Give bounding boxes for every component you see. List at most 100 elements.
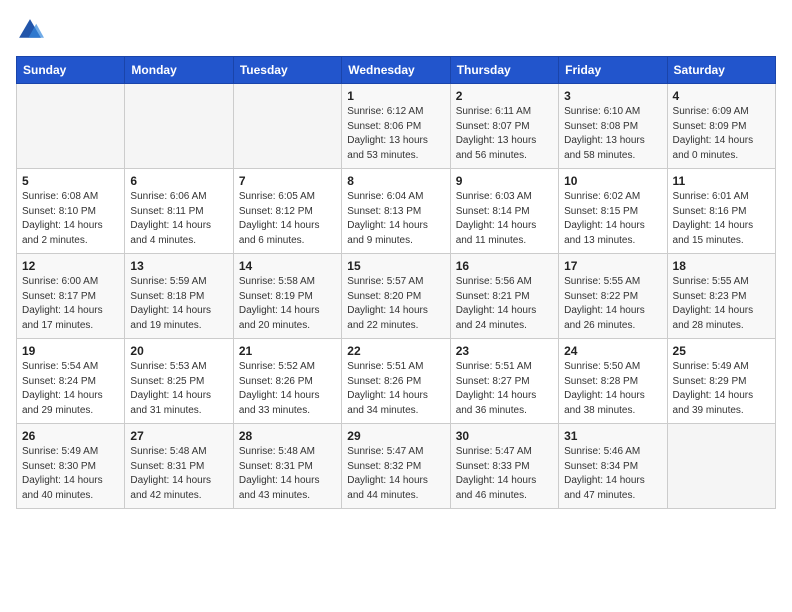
day-info: Sunrise: 5:59 AMSunset: 8:18 PMDaylight:…	[130, 275, 227, 333]
day-info: Sunrise: 6:03 AMSunset: 8:14 PMDaylight:…	[456, 190, 553, 248]
day-number: 2	[456, 89, 553, 103]
calendar-cell: 8 Sunrise: 6:04 AMSunset: 8:13 PMDaylight…	[342, 169, 450, 254]
day-number: 9	[456, 174, 553, 188]
calendar-cell	[17, 84, 125, 169]
calendar-cell	[125, 84, 233, 169]
day-number: 12	[22, 259, 119, 273]
calendar-week-row: 26 Sunrise: 5:49 AMSunset: 8:30 PMDayligh…	[17, 424, 776, 509]
calendar-cell: 25Sunrise: 5:49 AMSunset: 8:29 PMDayligh…	[667, 339, 775, 424]
calendar-week-row: 19 Sunrise: 5:54 AMSunset: 8:24 PMDayligh…	[17, 339, 776, 424]
calendar-cell: 15 Sunrise: 5:57 AMSunset: 8:20 PMDayligh…	[342, 254, 450, 339]
column-header-saturday: Saturday	[667, 57, 775, 84]
day-number: 30	[456, 429, 553, 443]
day-info: Sunrise: 5:48 AMSunset: 8:31 PMDaylight:…	[239, 445, 336, 503]
calendar-cell: 3 Sunrise: 6:10 AMSunset: 8:08 PMDaylight…	[559, 84, 667, 169]
day-info: Sunrise: 5:47 AMSunset: 8:33 PMDaylight:…	[456, 445, 553, 503]
calendar-cell: 26 Sunrise: 5:49 AMSunset: 8:30 PMDayligh…	[17, 424, 125, 509]
day-number: 17	[564, 259, 661, 273]
day-number: 28	[239, 429, 336, 443]
day-number: 10	[564, 174, 661, 188]
calendar-cell: 18Sunrise: 5:55 AMSunset: 8:23 PMDayligh…	[667, 254, 775, 339]
column-header-wednesday: Wednesday	[342, 57, 450, 84]
calendar-cell: 31 Sunrise: 5:46 AMSunset: 8:34 PMDayligh…	[559, 424, 667, 509]
day-number: 31	[564, 429, 661, 443]
calendar-cell: 5 Sunrise: 6:08 AMSunset: 8:10 PMDaylight…	[17, 169, 125, 254]
calendar-cell: 17 Sunrise: 5:55 AMSunset: 8:22 PMDayligh…	[559, 254, 667, 339]
day-info: Sunrise: 5:49 AMSunset: 8:30 PMDaylight:…	[22, 445, 119, 503]
column-header-thursday: Thursday	[450, 57, 558, 84]
day-info: Sunrise: 5:53 AMSunset: 8:25 PMDaylight:…	[130, 360, 227, 418]
day-info: Sunrise: 5:47 AMSunset: 8:32 PMDaylight:…	[347, 445, 444, 503]
day-number: 22	[347, 344, 444, 358]
day-number: 3	[564, 89, 661, 103]
day-number: 15	[347, 259, 444, 273]
day-number: 26	[22, 429, 119, 443]
day-number: 8	[347, 174, 444, 188]
day-info: Sunrise: 6:08 AMSunset: 8:10 PMDaylight:…	[22, 190, 119, 248]
day-info: Sunrise: 5:46 AMSunset: 8:34 PMDaylight:…	[564, 445, 661, 503]
day-info: Sunrise: 5:49 AMSunset: 8:29 PMDaylight:…	[673, 360, 770, 418]
day-info: Sunrise: 5:50 AMSunset: 8:28 PMDaylight:…	[564, 360, 661, 418]
day-number: 11	[673, 174, 770, 188]
page-header	[16, 16, 776, 44]
calendar-cell: 1Sunrise: 6:12 AMSunset: 8:06 PMDaylight…	[342, 84, 450, 169]
calendar-cell: 28 Sunrise: 5:48 AMSunset: 8:31 PMDayligh…	[233, 424, 341, 509]
day-info: Sunrise: 5:56 AMSunset: 8:21 PMDaylight:…	[456, 275, 553, 333]
day-number: 14	[239, 259, 336, 273]
logo	[16, 16, 48, 44]
column-header-friday: Friday	[559, 57, 667, 84]
calendar-cell: 11 Sunrise: 6:01 AMSunset: 8:16 PMDayligh…	[667, 169, 775, 254]
day-info: Sunrise: 6:01 AMSunset: 8:16 PMDaylight:…	[673, 190, 770, 248]
day-number: 18	[673, 259, 770, 273]
calendar-header-row: SundayMondayTuesdayWednesdayThursdayFrid…	[17, 57, 776, 84]
day-number: 5	[22, 174, 119, 188]
calendar-cell: 27 Sunrise: 5:48 AMSunset: 8:31 PMDayligh…	[125, 424, 233, 509]
day-info: Sunrise: 5:57 AMSunset: 8:20 PMDaylight:…	[347, 275, 444, 333]
calendar-cell: 20Sunrise: 5:53 AMSunset: 8:25 PMDayligh…	[125, 339, 233, 424]
day-info: Sunrise: 5:52 AMSunset: 8:26 PMDaylight:…	[239, 360, 336, 418]
calendar-cell: 7 Sunrise: 6:05 AMSunset: 8:12 PMDaylight…	[233, 169, 341, 254]
day-info: Sunrise: 5:48 AMSunset: 8:31 PMDaylight:…	[130, 445, 227, 503]
column-header-tuesday: Tuesday	[233, 57, 341, 84]
day-info: Sunrise: 6:05 AMSunset: 8:12 PMDaylight:…	[239, 190, 336, 248]
column-header-monday: Monday	[125, 57, 233, 84]
calendar-week-row: 1Sunrise: 6:12 AMSunset: 8:06 PMDaylight…	[17, 84, 776, 169]
column-header-sunday: Sunday	[17, 57, 125, 84]
calendar-cell: 12 Sunrise: 6:00 AMSunset: 8:17 PMDayligh…	[17, 254, 125, 339]
day-info: Sunrise: 6:00 AMSunset: 8:17 PMDaylight:…	[22, 275, 119, 333]
calendar-cell	[233, 84, 341, 169]
calendar-cell: 10 Sunrise: 6:02 AMSunset: 8:15 PMDayligh…	[559, 169, 667, 254]
calendar-week-row: 5 Sunrise: 6:08 AMSunset: 8:10 PMDaylight…	[17, 169, 776, 254]
day-number: 7	[239, 174, 336, 188]
logo-icon	[16, 16, 44, 44]
calendar-cell: 24 Sunrise: 5:50 AMSunset: 8:28 PMDayligh…	[559, 339, 667, 424]
day-info: Sunrise: 5:51 AMSunset: 8:27 PMDaylight:…	[456, 360, 553, 418]
day-info: Sunrise: 5:51 AMSunset: 8:26 PMDaylight:…	[347, 360, 444, 418]
day-info: Sunrise: 5:55 AMSunset: 8:22 PMDaylight:…	[564, 275, 661, 333]
calendar-cell: 14Sunrise: 5:58 AMSunset: 8:19 PMDayligh…	[233, 254, 341, 339]
day-info: Sunrise: 6:11 AMSunset: 8:07 PMDaylight:…	[456, 105, 553, 163]
day-number: 21	[239, 344, 336, 358]
day-number: 16	[456, 259, 553, 273]
day-info: Sunrise: 6:02 AMSunset: 8:15 PMDaylight:…	[564, 190, 661, 248]
calendar-cell: 2 Sunrise: 6:11 AMSunset: 8:07 PMDaylight…	[450, 84, 558, 169]
day-number: 6	[130, 174, 227, 188]
day-info: Sunrise: 6:10 AMSunset: 8:08 PMDaylight:…	[564, 105, 661, 163]
day-number: 23	[456, 344, 553, 358]
calendar-cell	[667, 424, 775, 509]
calendar-cell: 22 Sunrise: 5:51 AMSunset: 8:26 PMDayligh…	[342, 339, 450, 424]
day-info: Sunrise: 5:54 AMSunset: 8:24 PMDaylight:…	[22, 360, 119, 418]
calendar-cell: 6 Sunrise: 6:06 AMSunset: 8:11 PMDaylight…	[125, 169, 233, 254]
calendar-cell: 19 Sunrise: 5:54 AMSunset: 8:24 PMDayligh…	[17, 339, 125, 424]
day-number: 1	[347, 89, 444, 103]
day-info: Sunrise: 6:06 AMSunset: 8:11 PMDaylight:…	[130, 190, 227, 248]
calendar-cell: 29 Sunrise: 5:47 AMSunset: 8:32 PMDayligh…	[342, 424, 450, 509]
day-number: 27	[130, 429, 227, 443]
day-number: 4	[673, 89, 770, 103]
day-number: 19	[22, 344, 119, 358]
day-info: Sunrise: 6:04 AMSunset: 8:13 PMDaylight:…	[347, 190, 444, 248]
day-number: 29	[347, 429, 444, 443]
day-number: 24	[564, 344, 661, 358]
calendar-cell: 9 Sunrise: 6:03 AMSunset: 8:14 PMDaylight…	[450, 169, 558, 254]
calendar-cell: 13Sunrise: 5:59 AMSunset: 8:18 PMDayligh…	[125, 254, 233, 339]
